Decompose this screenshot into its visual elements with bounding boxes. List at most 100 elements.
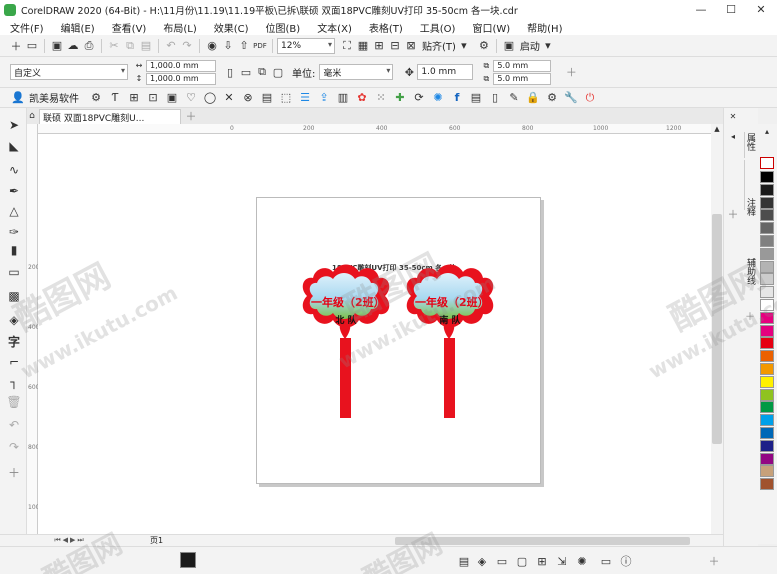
menu-text[interactable]: 文本(X) [317,20,352,35]
current-page-icon[interactable]: ▢ [270,64,286,80]
connector-tool-icon[interactable]: ┐ [5,373,23,391]
close-docker-icon[interactable]: ✕ [727,110,739,122]
horizontal-scrollbar[interactable]: ⏮◀▶⏭ 页1 [0,534,723,546]
publish-pdf-icon[interactable]: PDF [252,38,268,54]
heart-icon[interactable]: ♡ [183,90,199,106]
page-tab[interactable]: 页1 [150,535,163,546]
landscape-icon[interactable]: ▭ [238,64,254,80]
search-content-icon[interactable]: ◉ [204,38,220,54]
zoom-level-field[interactable]: 12% ▾ [277,37,335,54]
menu-bitmaps[interactable]: 位图(B) [266,20,301,35]
menu-view[interactable]: 查看(V) [112,20,147,35]
menu-help[interactable]: 帮助(H) [527,20,562,35]
power-icon[interactable]: ⏻ [582,90,598,106]
plugin-name[interactable]: 凯美易软件 [29,90,79,105]
import-icon[interactable]: ⇩ [220,38,236,54]
select-grid-icon[interactable]: ⊞ [126,90,142,106]
list-icon[interactable]: ☰ [297,90,313,106]
color-swatch[interactable] [760,388,774,401]
sign-south-class[interactable]: 一年级（2班） [415,294,489,310]
color-swatch[interactable] [760,196,774,209]
tab-properties-secondary[interactable]: 属性 [745,133,757,155]
page-height-field[interactable]: 1,000.0 mm [146,72,216,85]
upload-icon[interactable]: ⇪ [316,90,332,106]
menu-file[interactable]: 文件(F) [10,20,44,35]
comment-icon[interactable]: ▭ [494,553,510,569]
page-width-field[interactable]: 1,000.0 mm [146,59,216,72]
duplicate-y-field[interactable]: 5.0 mm [493,72,552,85]
crop-icon[interactable]: ⬚ [278,90,294,106]
sign-south[interactable] [406,264,494,419]
clipboard-icon[interactable]: ▤ [468,90,484,106]
scroll-up-icon[interactable]: ▲ [711,124,723,134]
color-swatch[interactable] [760,273,774,286]
docker-arrow-icon[interactable]: ◂ [727,130,739,142]
new-document-icon[interactable]: ＋ [8,38,24,54]
hints-icon[interactable]: ⓘ [618,553,634,569]
pen-tool-icon[interactable]: ✑ [5,223,23,241]
chat-icon[interactable]: ▢ [514,553,530,569]
text-tool-icon[interactable]: 字 [5,332,23,350]
puzzle-icon[interactable]: ✚ [392,90,408,106]
tab-notes[interactable]: 注释 [745,198,757,228]
link-icon[interactable]: ⊗ [240,90,256,106]
color-swatch[interactable] [760,350,774,363]
horizontal-ruler[interactable]: 0 200 400 600 800 1000 1200 1400 [38,124,711,134]
page-navigation-icons[interactable]: ⏮◀▶⏭ [30,533,110,547]
menu-window[interactable]: 窗口(W) [472,20,510,35]
color-swatch[interactable] [760,375,774,388]
trash-icon[interactable]: 🗑 [5,393,23,411]
color-swatch[interactable] [760,260,774,273]
settings-icon[interactable]: ⚙ [544,90,560,106]
color-swatch[interactable] [760,311,774,324]
color-swatch[interactable] [760,363,774,375]
eraser-tool-icon[interactable]: ▮ [5,241,23,259]
color-swatch[interactable] [760,171,774,183]
show-guides-icon[interactable]: ⊟ [387,38,403,54]
no-color-swatch[interactable] [760,157,774,169]
show-rulers-icon[interactable]: ▦ [355,38,371,54]
cross-icon[interactable]: ✕ [221,90,237,106]
maximize-button[interactable]: ☐ [716,0,746,19]
chevron-down-icon[interactable]: ▾ [456,38,472,54]
vertical-ruler[interactable]: 200 400 600 800 1000 [27,124,43,534]
page-preset-dropdown[interactable]: 自定义 ▾ [10,64,128,80]
color-swatch[interactable] [760,465,774,478]
cloud-upload-icon[interactable]: ☁ [65,38,81,54]
color-swatch[interactable] [760,401,774,414]
rectangle-tool-icon[interactable]: ▭ [5,263,23,281]
close-button[interactable]: ✕ [746,0,776,19]
dimension-tool-icon[interactable]: ⌐ [5,353,23,371]
table-icon[interactable]: ⊞ [534,553,550,569]
message-icon[interactable]: ▭ [598,553,614,569]
artistic-media-icon[interactable]: ✒ [5,182,23,200]
gear-tool-icon[interactable]: ⚙ [88,90,104,106]
home-icon[interactable]: ⌂ [26,108,38,123]
all-pages-icon[interactable]: ⧉ [254,64,270,80]
layers-icon[interactable]: ◈ [474,553,490,569]
minimize-button[interactable]: — [686,0,716,19]
sign-north[interactable] [302,264,390,419]
fill-tool-icon[interactable]: ◈ [5,311,23,329]
add-icon[interactable]: ＋ [563,64,579,80]
tab-guides[interactable]: 辅助线 [745,258,757,298]
image-icon[interactable]: ▣ [164,90,180,106]
print-icon[interactable]: ⎙ [81,38,97,54]
sign-south-team[interactable]: 南 队 [415,313,485,326]
text-tool-icon[interactable]: Ƭ [107,90,123,106]
nudge-distance-field[interactable]: 1.0 mm [417,64,474,80]
pick-tool-icon[interactable]: ➤ [5,116,23,134]
vertical-scrollbar[interactable]: ▲ [711,124,723,534]
color-styles-icon[interactable]: ✺ [574,553,590,569]
add-docker-tab-icon[interactable]: ＋ [745,308,755,323]
save-icon[interactable]: ▣ [49,38,65,54]
facebook-icon[interactable]: f [449,90,465,106]
snap-off-icon[interactable]: ⊠ [403,38,419,54]
sign-artwork[interactable] [257,198,542,485]
circle-icon[interactable]: ◯ [202,90,218,106]
triangle-tool-icon[interactable]: △ [5,202,23,220]
copy-icon[interactable]: ⧉ [122,38,138,54]
chevron-down-icon[interactable]: ▾ [540,38,556,54]
options-gear-icon[interactable]: ⚙ [476,38,492,54]
sign-north-class[interactable]: 一年级（2班） [311,294,385,310]
